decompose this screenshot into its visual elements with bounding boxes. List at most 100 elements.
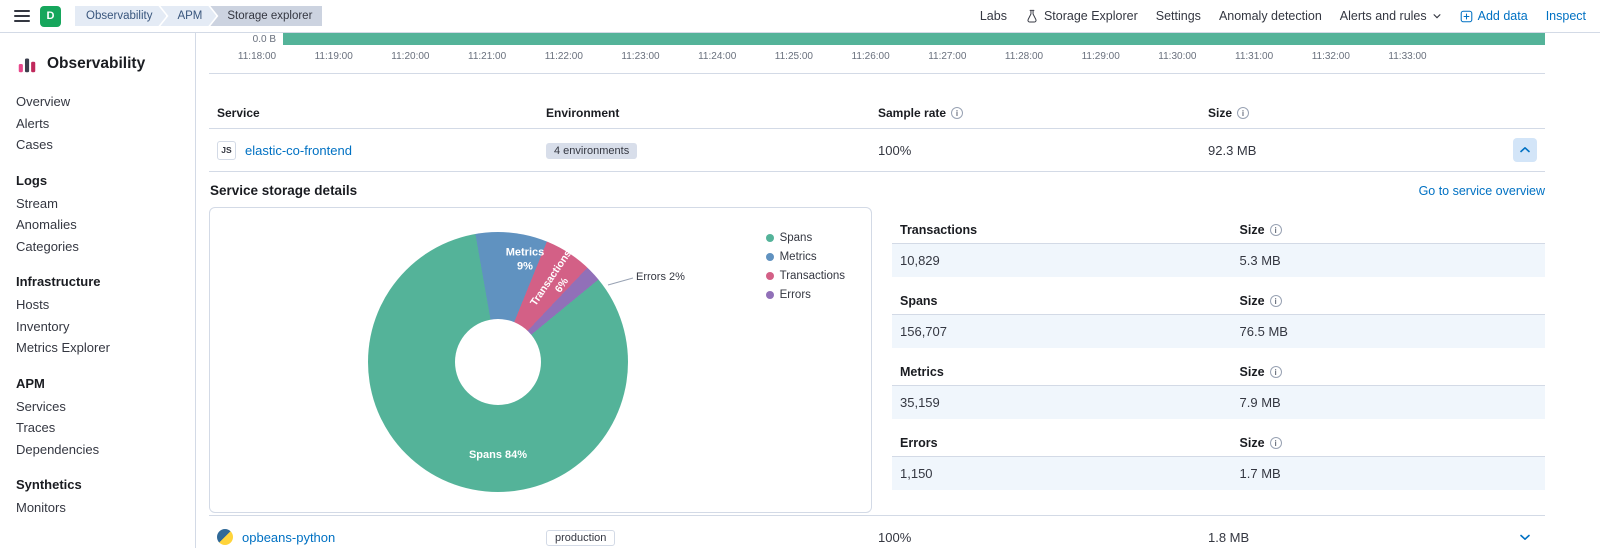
info-icon[interactable] bbox=[1270, 366, 1282, 378]
deployment-badge[interactable]: D bbox=[40, 6, 61, 27]
breakdown-size: 7.9 MB bbox=[1232, 386, 1545, 419]
table-header-row: Service Environment Sample rate Size bbox=[209, 100, 1545, 129]
info-icon[interactable] bbox=[1270, 437, 1282, 449]
breakdown-row: 10,829 5.3 MB bbox=[892, 244, 1545, 277]
service-link-opbeans-python[interactable]: opbeans-python bbox=[242, 530, 335, 545]
sidebar-group-infrastructure: Infrastructure Hosts Inventory Metrics E… bbox=[0, 257, 195, 359]
info-icon[interactable] bbox=[1237, 107, 1249, 119]
sidebar-group-logs: Logs Stream Anomalies Categories bbox=[0, 156, 195, 258]
timeline-tick-label: 11:22:00 bbox=[545, 51, 583, 62]
breadcrumb-storage-explorer: Storage explorer bbox=[210, 6, 322, 26]
sidebar-item-hosts[interactable]: Hosts bbox=[0, 294, 195, 316]
menu-icon[interactable] bbox=[14, 10, 30, 22]
collapse-row-button[interactable] bbox=[1513, 138, 1537, 162]
chevron-down-icon bbox=[1432, 11, 1442, 21]
sidebar-item-monitors[interactable]: Monitors bbox=[0, 497, 195, 519]
legend-dot bbox=[766, 272, 774, 280]
timeline-x-axis: 11:18:0011:19:0011:20:0011:21:0011:22:00… bbox=[209, 51, 1545, 63]
size-value: 1.8 MB bbox=[1200, 521, 1505, 548]
environment-badge: 4 environments bbox=[546, 143, 637, 159]
breadcrumb: Observability APM Storage explorer bbox=[75, 6, 322, 26]
donut-label-errors: Errors2% bbox=[636, 271, 688, 285]
timeline-tick-label: 11:29:00 bbox=[1082, 51, 1120, 62]
timeline-tick-label: 11:21:00 bbox=[468, 51, 506, 62]
info-icon[interactable] bbox=[1270, 224, 1282, 236]
top-header: D Observability APM Storage explorer Lab… bbox=[0, 0, 1600, 33]
breakdown-table-metrics: Metrics Size 35,159 7.9 MB bbox=[892, 362, 1545, 419]
service-link-elastic-co-frontend[interactable]: elastic-co-frontend bbox=[245, 143, 352, 158]
breakdown-row: 35,159 7.9 MB bbox=[892, 386, 1545, 419]
column-header-service[interactable]: Service bbox=[209, 100, 538, 128]
breadcrumb-apm[interactable]: APM bbox=[160, 6, 216, 26]
column-header-sample-rate[interactable]: Sample rate bbox=[870, 100, 1200, 128]
sidebar-item-inventory[interactable]: Inventory bbox=[0, 316, 195, 338]
go-to-service-overview-link[interactable]: Go to service overview bbox=[1419, 184, 1545, 198]
breakdown-count: 10,829 bbox=[892, 244, 1232, 277]
legend-item-errors[interactable]: Errors bbox=[766, 289, 845, 301]
breakdown-table-spans: Spans Size 156,707 76.5 MB bbox=[892, 291, 1545, 348]
table-row[interactable]: JS elastic-co-frontend 4 environments 10… bbox=[209, 129, 1545, 172]
sidebar-item-cases[interactable]: Cases bbox=[0, 134, 195, 156]
storage-explorer-nav[interactable]: Storage Explorer bbox=[1025, 9, 1138, 23]
anomaly-detection-button[interactable]: Anomaly detection bbox=[1219, 9, 1322, 23]
info-icon[interactable] bbox=[1270, 295, 1282, 307]
settings-button[interactable]: Settings bbox=[1156, 9, 1201, 23]
timeline-tick-label: 11:27:00 bbox=[928, 51, 966, 62]
timeline-tick-label: 11:24:00 bbox=[698, 51, 736, 62]
storage-donut-panel: Metrics 9% Transactions 6% Errors2% bbox=[209, 207, 872, 513]
breakdown-row: 1,150 1.7 MB bbox=[892, 457, 1545, 490]
sidebar-group-apm: APM Services Traces Dependencies bbox=[0, 359, 195, 461]
storage-donut-chart[interactable]: Metrics 9% Transactions 6% Errors2% bbox=[368, 232, 628, 492]
inspect-button[interactable]: Inspect bbox=[1546, 9, 1586, 23]
add-data-icon bbox=[1460, 10, 1473, 23]
sidebar-item-stream[interactable]: Stream bbox=[0, 193, 195, 215]
javascript-agent-icon: JS bbox=[217, 141, 236, 160]
storage-timeline-chart: 0.0 B 11:18:0011:19:0011:20:0011:21:0011… bbox=[209, 33, 1545, 74]
timeline-tick-label: 11:26:00 bbox=[852, 51, 890, 62]
info-icon[interactable] bbox=[951, 107, 963, 119]
column-header-environment[interactable]: Environment bbox=[538, 100, 870, 128]
breakdown-header-name: Metrics bbox=[892, 362, 1232, 385]
table-row[interactable]: opbeans-python production 100% 1.8 MB bbox=[209, 515, 1545, 548]
alerts-and-rules-menu[interactable]: Alerts and rules bbox=[1340, 9, 1442, 23]
column-header-size[interactable]: Size bbox=[1200, 100, 1505, 128]
donut-hole bbox=[455, 319, 541, 405]
breakdown-header-name: Transactions bbox=[892, 220, 1232, 243]
services-storage-table: Service Environment Sample rate Size JS … bbox=[209, 100, 1545, 548]
breakdown-table-errors: Errors Size 1,150 1.7 MB bbox=[892, 433, 1545, 490]
breadcrumb-observability[interactable]: Observability bbox=[75, 6, 166, 26]
breakdown-header-size: Size bbox=[1232, 220, 1545, 243]
sidebar-item-dependencies[interactable]: Dependencies bbox=[0, 439, 195, 461]
chevron-up-icon bbox=[1519, 144, 1531, 156]
sidebar-item-traces[interactable]: Traces bbox=[0, 417, 195, 439]
sidebar-heading-logs: Logs bbox=[0, 156, 195, 193]
labs-button[interactable]: Labs bbox=[980, 9, 1007, 23]
sidebar-item-alerts[interactable]: Alerts bbox=[0, 113, 195, 135]
timeline-tick-label: 11:33:00 bbox=[1388, 51, 1426, 62]
breakdown-row: 156,707 76.5 MB bbox=[892, 315, 1545, 348]
observability-logo-icon bbox=[16, 53, 38, 75]
python-agent-icon bbox=[217, 529, 233, 545]
expand-row-button[interactable] bbox=[1513, 525, 1537, 548]
add-data-button[interactable]: Add data bbox=[1460, 9, 1528, 23]
sidebar-item-overview[interactable]: Overview bbox=[0, 91, 195, 113]
sidebar-heading-infrastructure: Infrastructure bbox=[0, 257, 195, 294]
timeline-series-bar[interactable] bbox=[283, 33, 1545, 45]
legend-item-transactions[interactable]: Transactions bbox=[766, 270, 845, 282]
legend-dot bbox=[766, 253, 774, 261]
breakdown-size: 76.5 MB bbox=[1232, 315, 1545, 348]
sidebar-item-metrics-explorer[interactable]: Metrics Explorer bbox=[0, 337, 195, 359]
sidebar-item-anomalies[interactable]: Anomalies bbox=[0, 214, 195, 236]
breakdown-count: 35,159 bbox=[892, 386, 1232, 419]
breakdown-count: 156,707 bbox=[892, 315, 1232, 348]
legend-item-metrics[interactable]: Metrics bbox=[766, 251, 845, 263]
timeline-tick-label: 11:32:00 bbox=[1312, 51, 1350, 62]
sidebar-item-services[interactable]: Services bbox=[0, 396, 195, 418]
sidebar: Observability Overview Alerts Cases Logs… bbox=[0, 33, 196, 548]
sidebar-item-categories[interactable]: Categories bbox=[0, 236, 195, 258]
size-value: 92.3 MB bbox=[1200, 134, 1505, 167]
legend-item-spans[interactable]: Spans bbox=[766, 232, 845, 244]
breakdown-header-size: Size bbox=[1232, 362, 1545, 385]
sidebar-heading-apm: APM bbox=[0, 359, 195, 396]
details-title: Service storage details bbox=[210, 183, 357, 198]
